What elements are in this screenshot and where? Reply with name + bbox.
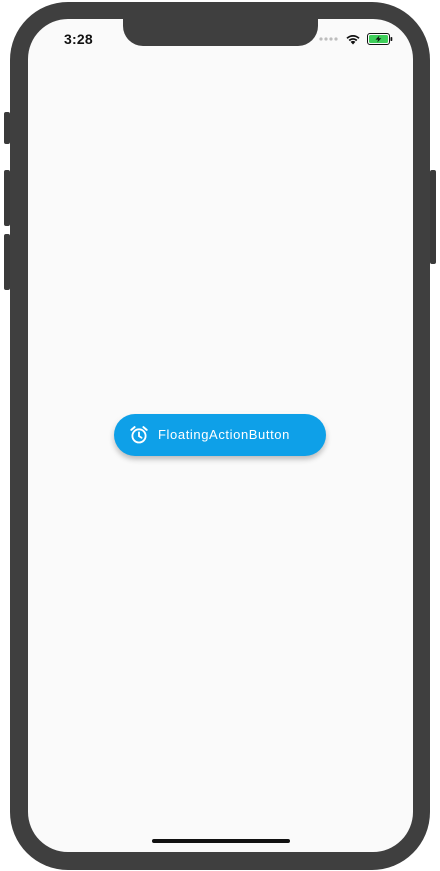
battery-charging-icon [367, 33, 393, 45]
silent-switch [4, 112, 10, 144]
phone-screen: 3:28 FloatingActionButton [28, 19, 413, 852]
status-icons [319, 33, 393, 45]
volume-down-button [4, 234, 10, 290]
alarm-clock-icon [130, 426, 148, 444]
status-time: 3:28 [64, 31, 93, 47]
fab-label: FloatingActionButton [158, 427, 290, 442]
wifi-icon [346, 34, 360, 45]
volume-up-button [4, 170, 10, 226]
home-indicator[interactable] [152, 839, 290, 843]
cellular-dots-icon [319, 37, 338, 41]
floating-action-button[interactable]: FloatingActionButton [114, 414, 326, 456]
power-button [430, 170, 436, 264]
notch [123, 19, 318, 46]
